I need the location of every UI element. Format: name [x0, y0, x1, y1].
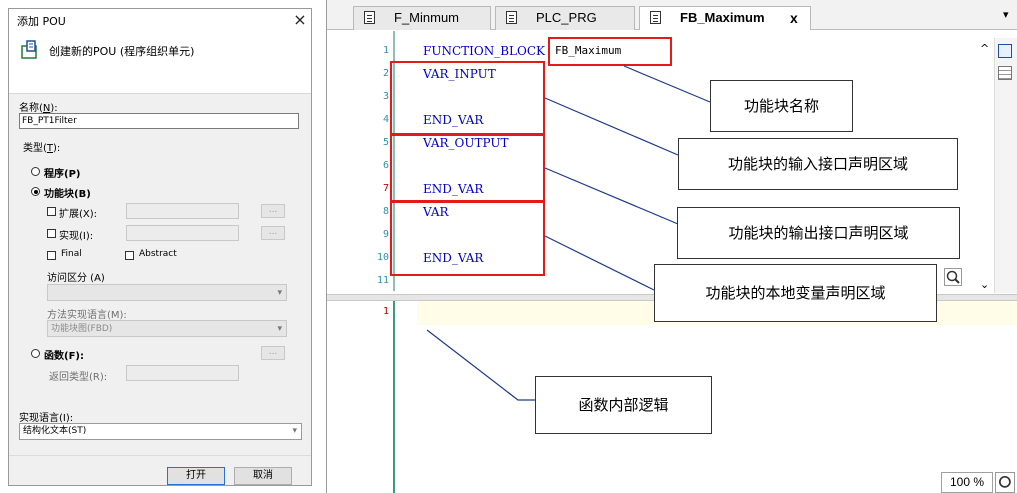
- line-number: 11: [376, 275, 389, 286]
- tab-fb-maximum[interactable]: FB_Maximum x: [639, 6, 811, 30]
- dialog-titlebar: 添加 POU ×: [9, 9, 311, 31]
- function-radio[interactable]: [31, 349, 40, 358]
- abstract-checkbox[interactable]: [125, 251, 134, 260]
- line-number: 4: [382, 114, 389, 125]
- access-specifier-select[interactable]: ▾: [47, 284, 287, 301]
- type-label: 类型(T):: [23, 143, 61, 154]
- callout-input-area: 功能块的输入接口声明区域: [678, 138, 958, 190]
- callout-local-area: 功能块的本地变量声明区域: [654, 264, 937, 322]
- callout-impl-logic: 函数内部逻辑: [535, 376, 712, 434]
- tab-f-minmum[interactable]: F_Minmum: [353, 6, 491, 30]
- line-number: 1: [382, 306, 389, 317]
- editor-tabbar: F_Minmum PLC_PRG FB_Maximum x ▾: [327, 0, 1017, 30]
- function-browse-button[interactable]: ...: [261, 346, 285, 360]
- chevron-down-icon: ▾: [277, 288, 282, 298]
- impl-lang-value: 结构化文本(ST): [23, 426, 87, 436]
- tab-label: FB_Maximum: [680, 10, 765, 25]
- zoom-level[interactable]: 100 %: [941, 472, 993, 493]
- name-label: 名称(N):: [19, 103, 58, 114]
- tab-label: PLC_PRG: [536, 10, 597, 25]
- final-checkbox[interactable]: [47, 251, 56, 260]
- return-type-label: 返回类型(R):: [49, 372, 108, 383]
- abstract-label: Abstract: [139, 249, 177, 259]
- close-icon[interactable]: ×: [290, 9, 310, 31]
- zoom-icon[interactable]: [995, 472, 1015, 493]
- input-area-highlight: [390, 61, 545, 135]
- line-number: 8: [382, 206, 389, 217]
- access-specifier-label: 访问区分 (A): [47, 273, 105, 284]
- implements-checkbox[interactable]: [47, 229, 56, 238]
- extends-browse-button[interactable]: ...: [261, 204, 285, 218]
- zoom-icon[interactable]: [944, 268, 962, 286]
- side-toolbar: [994, 38, 1017, 293]
- document-icon: [364, 11, 375, 24]
- declaration-gutter: 1 2 3 4 5 6 7 8 9 10 11: [327, 31, 393, 293]
- fb-name-highlight: [548, 37, 672, 66]
- implements-browse-button[interactable]: ...: [261, 226, 285, 240]
- program-label: 程序(P): [44, 169, 81, 180]
- dialog-subtitle: 创建新的POU (程序组织单元): [49, 45, 195, 58]
- divider: [9, 455, 311, 456]
- line-number: 9: [382, 229, 389, 240]
- method-impl-lang-select[interactable]: 功能块图(FBD) ▾: [47, 320, 287, 337]
- callout-output-area: 功能块的输出接口声明区域: [677, 207, 960, 259]
- pou-icon: [21, 40, 37, 59]
- program-radio[interactable]: [31, 167, 40, 176]
- document-icon: [506, 11, 517, 24]
- line-number: 3: [382, 91, 389, 102]
- impl-lang-select[interactable]: 结构化文本(ST) ▾: [19, 423, 302, 440]
- line-number: 5: [382, 137, 389, 148]
- chevron-down-icon: ▾: [277, 324, 282, 334]
- dialog-title: 添加 POU: [17, 15, 66, 28]
- return-type-input[interactable]: [126, 365, 239, 381]
- textual-view-icon[interactable]: [998, 44, 1012, 58]
- open-button[interactable]: 打开: [167, 467, 225, 485]
- local-area-highlight: [390, 201, 545, 276]
- line-number: 6: [382, 160, 389, 171]
- function-block-radio[interactable]: [31, 187, 40, 196]
- final-label: Final: [61, 249, 82, 259]
- tab-plc-prg[interactable]: PLC_PRG: [495, 6, 635, 30]
- callout-fb-name: 功能块名称: [710, 80, 853, 132]
- line-number: 1: [382, 45, 389, 56]
- method-impl-lang-label: 方法实现语言(M):: [47, 310, 127, 321]
- implements-input[interactable]: [126, 225, 239, 241]
- add-pou-dialog: 添加 POU × 创建新的POU (程序组织单元) 名称(N): FB_PT1F…: [8, 8, 312, 486]
- method-impl-lang-value: 功能块图(FBD): [51, 324, 113, 334]
- impl-lang-label: 实现语言(I):: [19, 413, 74, 424]
- cancel-button[interactable]: 取消: [234, 467, 292, 485]
- scroll-up-icon[interactable]: ^: [980, 42, 989, 55]
- function-block-label: 功能块(B): [44, 189, 91, 200]
- output-area-highlight: [390, 134, 545, 202]
- extends-input[interactable]: [126, 203, 239, 219]
- function-label: 函数(F):: [44, 351, 84, 362]
- name-input[interactable]: FB_PT1Filter: [19, 113, 299, 129]
- extends-checkbox[interactable]: [47, 207, 56, 216]
- code-function-block-keyword[interactable]: FUNCTION_BLOCK: [423, 44, 545, 58]
- declaration-scrollbar[interactable]: ^ ⌄: [979, 38, 993, 293]
- line-number: 10: [376, 252, 389, 263]
- tabular-view-icon[interactable]: [998, 66, 1012, 80]
- line-number: 2: [382, 68, 389, 79]
- tab-label: F_Minmum: [394, 10, 460, 25]
- chevron-down-icon: ▾: [292, 426, 297, 436]
- document-icon: [650, 11, 661, 24]
- dialog-header: [9, 31, 311, 94]
- implements-label: 实现(I):: [59, 231, 94, 242]
- tab-overflow-icon[interactable]: ▾: [1003, 8, 1009, 21]
- extends-label: 扩展(X):: [59, 209, 98, 220]
- gutter-line: [393, 301, 395, 493]
- close-icon[interactable]: x: [790, 7, 798, 29]
- scroll-down-icon[interactable]: ⌄: [980, 278, 989, 291]
- line-number: 7: [382, 183, 389, 194]
